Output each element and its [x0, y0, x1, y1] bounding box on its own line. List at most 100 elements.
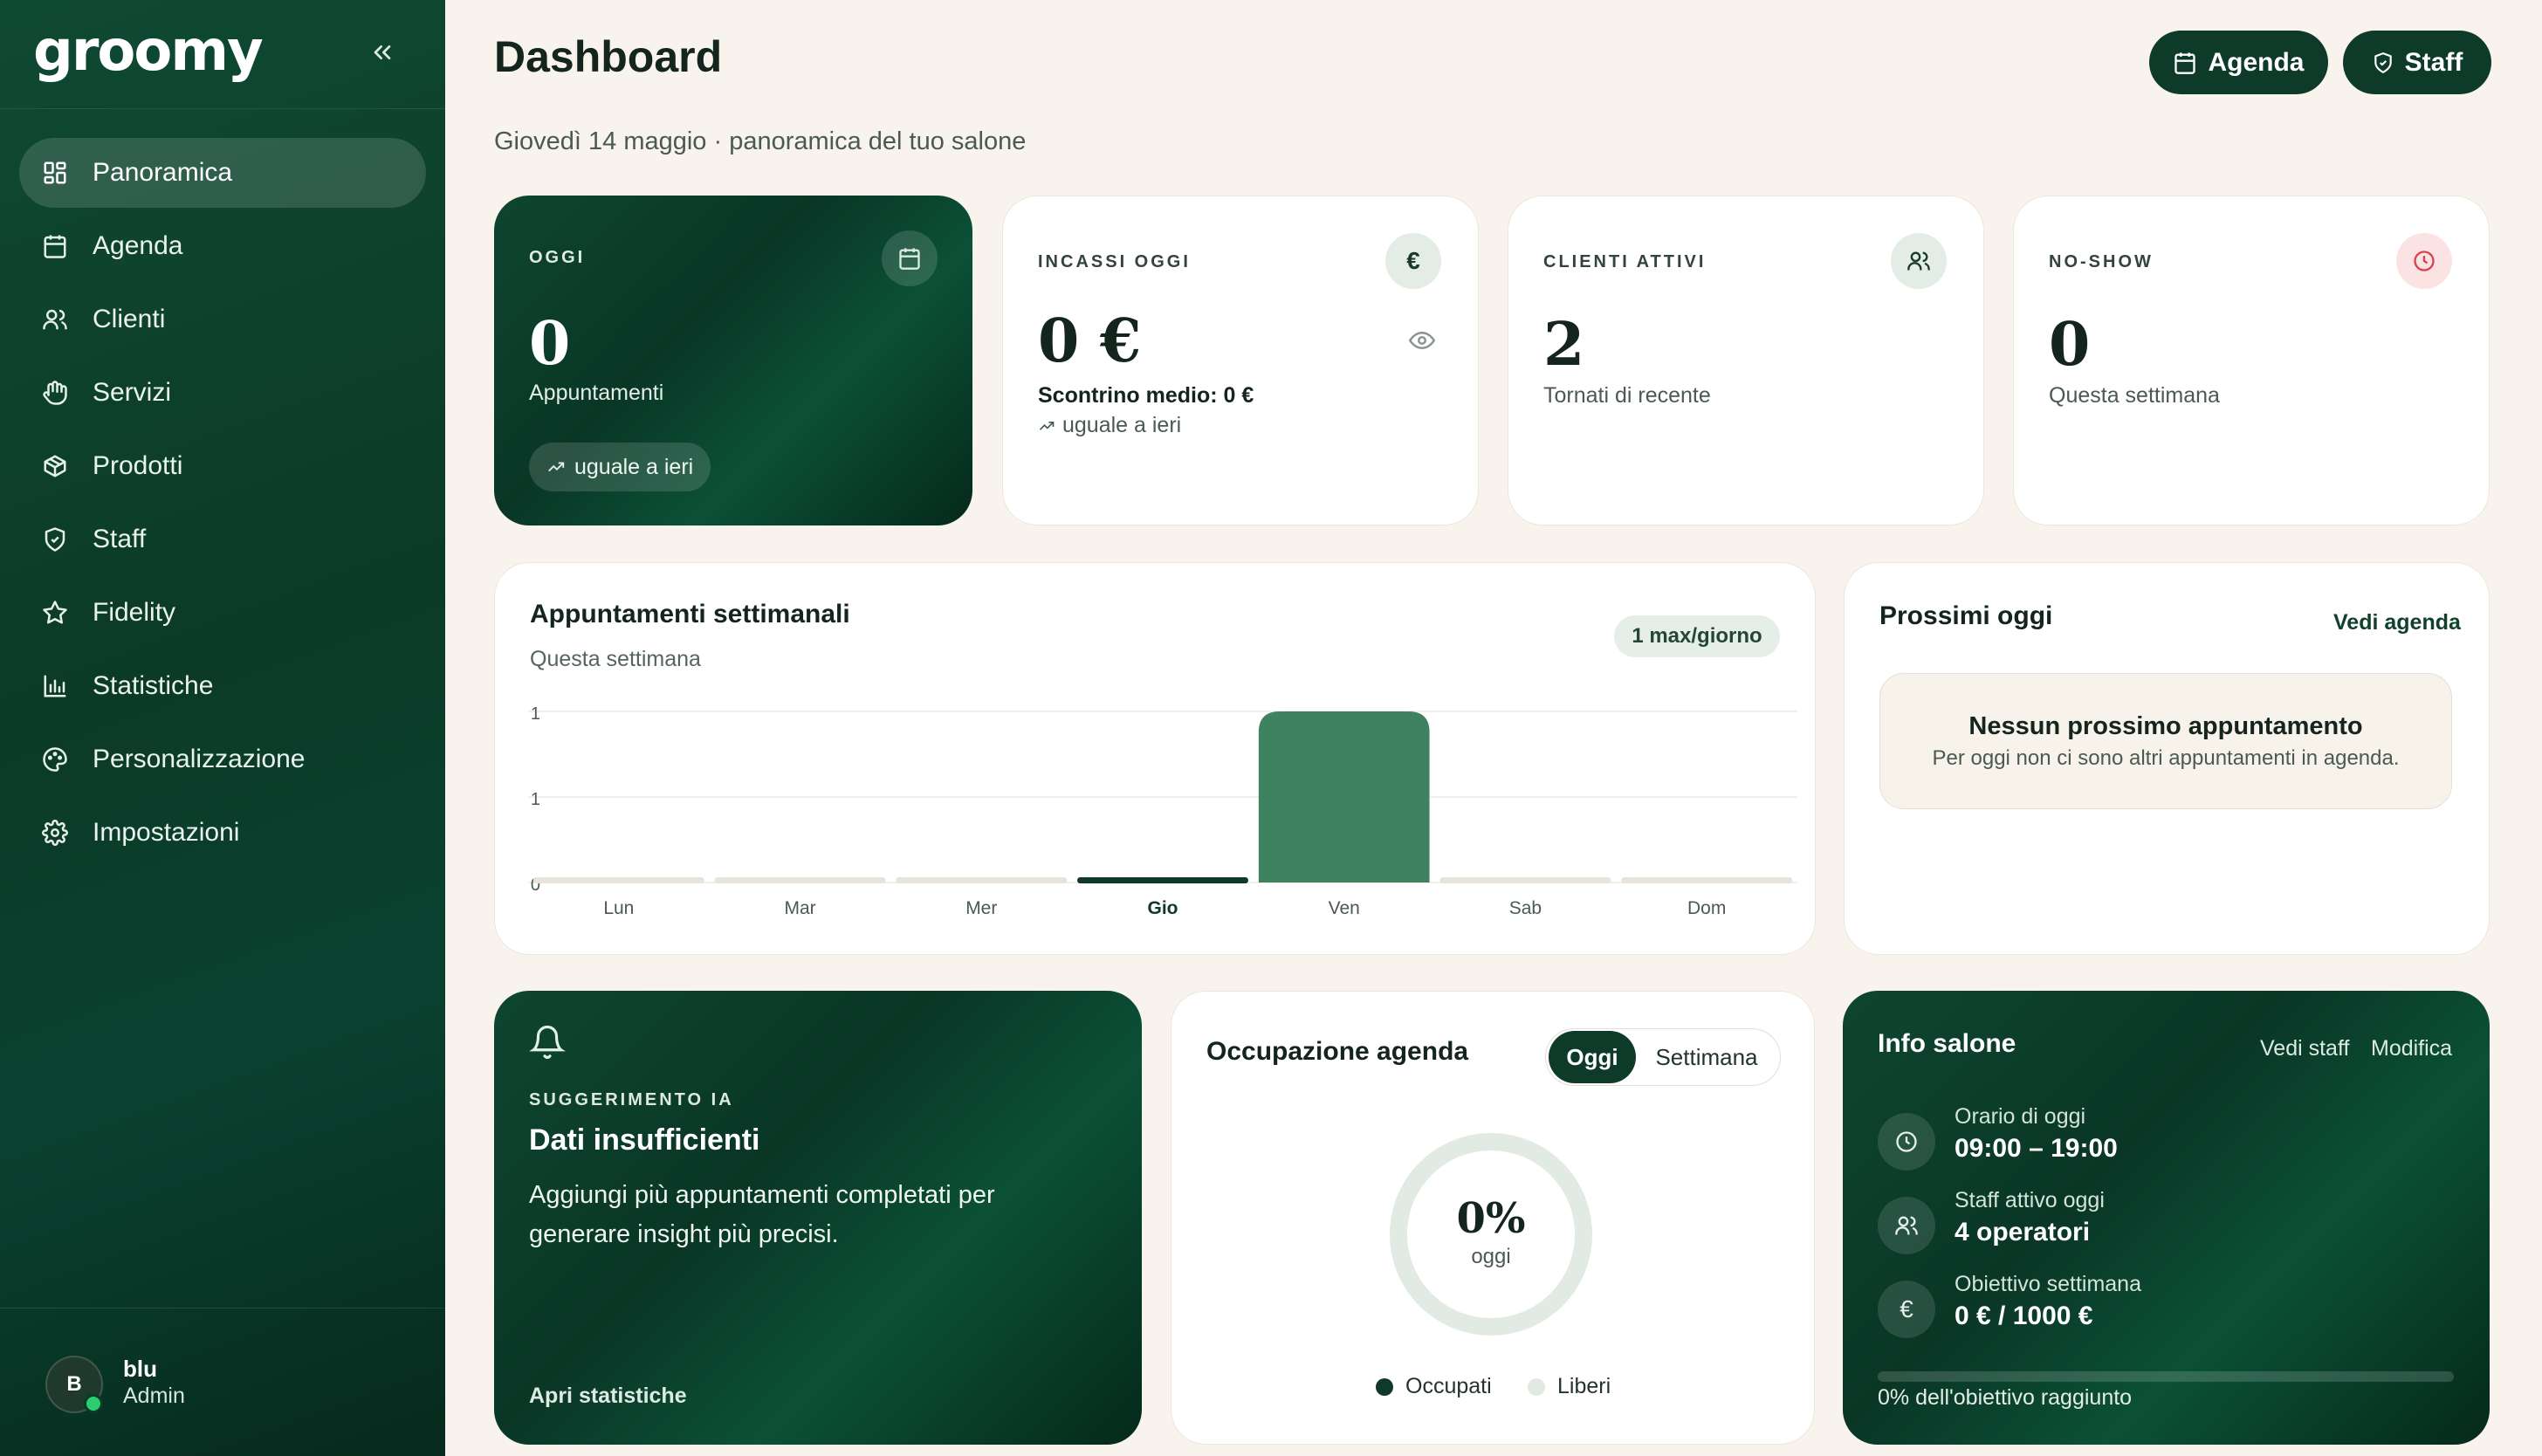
stat-label: NO-SHOW	[2049, 252, 2154, 271]
agenda-button[interactable]: Agenda	[2149, 31, 2328, 94]
grid-icon	[40, 158, 70, 188]
user-icon	[40, 305, 70, 334]
clock-icon	[1878, 1113, 1935, 1171]
x-tick-label: Lun	[603, 898, 634, 918]
sidebar-header: groomy	[0, 0, 445, 109]
x-tick-label: Ven	[1329, 898, 1360, 918]
occupancy-value: 0%	[1456, 1194, 1526, 1243]
sidebar-item-impostazioni[interactable]: Impostazioni	[19, 798, 426, 868]
euro-icon: €	[1385, 233, 1441, 289]
collapse-sidebar-button[interactable]	[365, 35, 400, 70]
calendar-icon	[882, 230, 938, 286]
scontrino-medio: Scontrino medio: 0 €	[1038, 383, 1254, 408]
app-logo[interactable]: groomy	[33, 19, 264, 84]
page-title: Dashboard	[494, 32, 723, 81]
sidebar-item-servizi[interactable]: Servizi	[19, 358, 426, 428]
info-value: 4 operatori	[1955, 1218, 2091, 1247]
info-value: 09:00 – 19:00	[1955, 1134, 2118, 1163]
toggle-visibility-button[interactable]	[1405, 327, 1439, 354]
calendar-icon	[40, 231, 70, 261]
trend-up-icon	[1039, 421, 1055, 430]
legend-occupati: Occupati	[1376, 1374, 1492, 1399]
stat-value: 0	[2049, 310, 2091, 380]
card-no-show: NO-SHOW 0 Questa settimana	[2013, 196, 2490, 525]
euro-icon: €	[1878, 1281, 1935, 1338]
info-value: 0 € / 1000 €	[1955, 1301, 2093, 1330]
user-profile[interactable]: B blu Admin	[0, 1308, 445, 1456]
star-icon	[40, 598, 70, 628]
x-tick-label: Gio	[1148, 898, 1178, 918]
sidebar-item-label: Staff	[93, 525, 147, 553]
stat-value: 0	[529, 309, 571, 379]
box-icon	[40, 451, 70, 481]
trend-up-icon	[548, 462, 565, 472]
ai-label: SUGGERIMENTO IA	[529, 1090, 734, 1109]
agenda-occupancy-card: Occupazione agenda Oggi Settimana 0% ogg…	[1171, 991, 1815, 1445]
agenda-button-label: Agenda	[2208, 47, 2305, 77]
view-agenda-link[interactable]: Vedi agenda	[2333, 610, 2461, 635]
bar-gio	[1077, 877, 1248, 883]
gear-icon	[40, 818, 70, 848]
open-statistics-link[interactable]: Apri statistiche	[529, 1384, 687, 1409]
clock-icon	[2396, 233, 2452, 289]
trend-text: uguale a ieri	[1062, 413, 1182, 437]
edit-info-link[interactable]: Modifica	[2371, 1036, 2452, 1061]
bar-chart-icon	[40, 671, 70, 701]
legend-label: Occupati	[1405, 1374, 1492, 1398]
weekly-appointments-card: Appuntamenti settimanali Questa settiman…	[494, 562, 1816, 955]
sidebar-item-staff[interactable]: Staff	[19, 505, 426, 574]
stat-caption: Appuntamenti	[529, 381, 664, 405]
stat-label: INCASSI OGGI	[1038, 252, 1191, 271]
stat-value: 2	[1543, 310, 1585, 380]
x-tick-label: Sab	[1509, 898, 1542, 918]
legend-liberi: Liberi	[1528, 1374, 1611, 1399]
stat-caption: Questa settimana	[2049, 383, 2220, 408]
card-clienti-attivi: CLIENTI ATTIVI 2 Tornati di recente	[1508, 196, 1984, 525]
sidebar-item-label: Agenda	[93, 231, 183, 260]
tab-oggi[interactable]: Oggi	[1549, 1031, 1636, 1083]
section-title: Info salone	[1878, 1029, 2016, 1058]
card-oggi[interactable]: OGGI 0 Appuntamenti uguale a ieri	[494, 196, 972, 525]
tab-settimana[interactable]: Settimana	[1636, 1031, 1777, 1083]
stat-caption: Tornati di recente	[1543, 383, 1711, 408]
stat-value: 0 €	[1038, 306, 1142, 376]
sidebar-item-label: Clienti	[93, 305, 166, 333]
section-title: Prossimi oggi	[1879, 601, 2053, 630]
x-tick-label: Mer	[965, 898, 997, 918]
weekly-bar-chart: 110Lun Mar Mer Gio Ven Sab Dom	[528, 704, 1797, 918]
sidebar-item-personalizzazione[interactable]: Personalizzazione	[19, 725, 426, 794]
sidebar-item-prodotti[interactable]: Prodotti	[19, 431, 426, 501]
users-icon	[1891, 233, 1947, 289]
staff-button[interactable]: Staff	[2343, 31, 2491, 94]
view-staff-link[interactable]: Vedi staff	[2260, 1036, 2349, 1061]
goal-progress-bar	[1878, 1371, 2454, 1382]
sidebar-item-agenda[interactable]: Agenda	[19, 211, 426, 281]
sidebar-item-panoramica[interactable]: Panoramica	[19, 138, 426, 208]
section-title: Occupazione agenda	[1206, 1037, 1469, 1066]
shield-icon	[40, 525, 70, 554]
sidebar-item-statistiche[interactable]: Statistiche	[19, 651, 426, 721]
trend-text: uguale a ieri	[574, 454, 694, 479]
period-toggle: Oggi Settimana	[1545, 1028, 1781, 1086]
sidebar-item-fidelity[interactable]: Fidelity	[19, 578, 426, 648]
shield-icon	[2374, 52, 2392, 73]
stat-label: CLIENTI ATTIVI	[1543, 252, 1707, 271]
ai-title: Dati insufficienti	[529, 1123, 760, 1157]
salon-info-card: Info salone Vedi staff Modifica Orario d…	[1843, 991, 2490, 1445]
bar-sab	[1439, 877, 1611, 883]
x-tick-label: Dom	[1687, 898, 1726, 918]
upcoming-today-card: Prossimi oggi Vedi agenda Nessun prossim…	[1844, 562, 2490, 955]
ai-suggestion-card: SUGGERIMENTO IA Dati insufficienti Aggiu…	[494, 991, 1142, 1445]
y-tick-label: 1	[531, 704, 540, 724]
y-tick-label: 1	[531, 790, 540, 809]
legend-label: Liberi	[1557, 1374, 1611, 1398]
user-name: blu	[123, 1356, 157, 1382]
legend-dot	[1528, 1377, 1545, 1396]
bell-icon	[529, 1024, 566, 1065]
empty-state-title: Nessun prossimo appuntamento	[1968, 712, 2363, 740]
card-incassi: INCASSI OGGI € 0 € Scontrino medio: 0 € …	[1002, 196, 1479, 525]
sidebar-item-clienti[interactable]: Clienti	[19, 285, 426, 354]
bar-lun	[533, 877, 704, 883]
bar-mer	[896, 877, 1068, 883]
sidebar-item-label: Prodotti	[93, 451, 183, 480]
